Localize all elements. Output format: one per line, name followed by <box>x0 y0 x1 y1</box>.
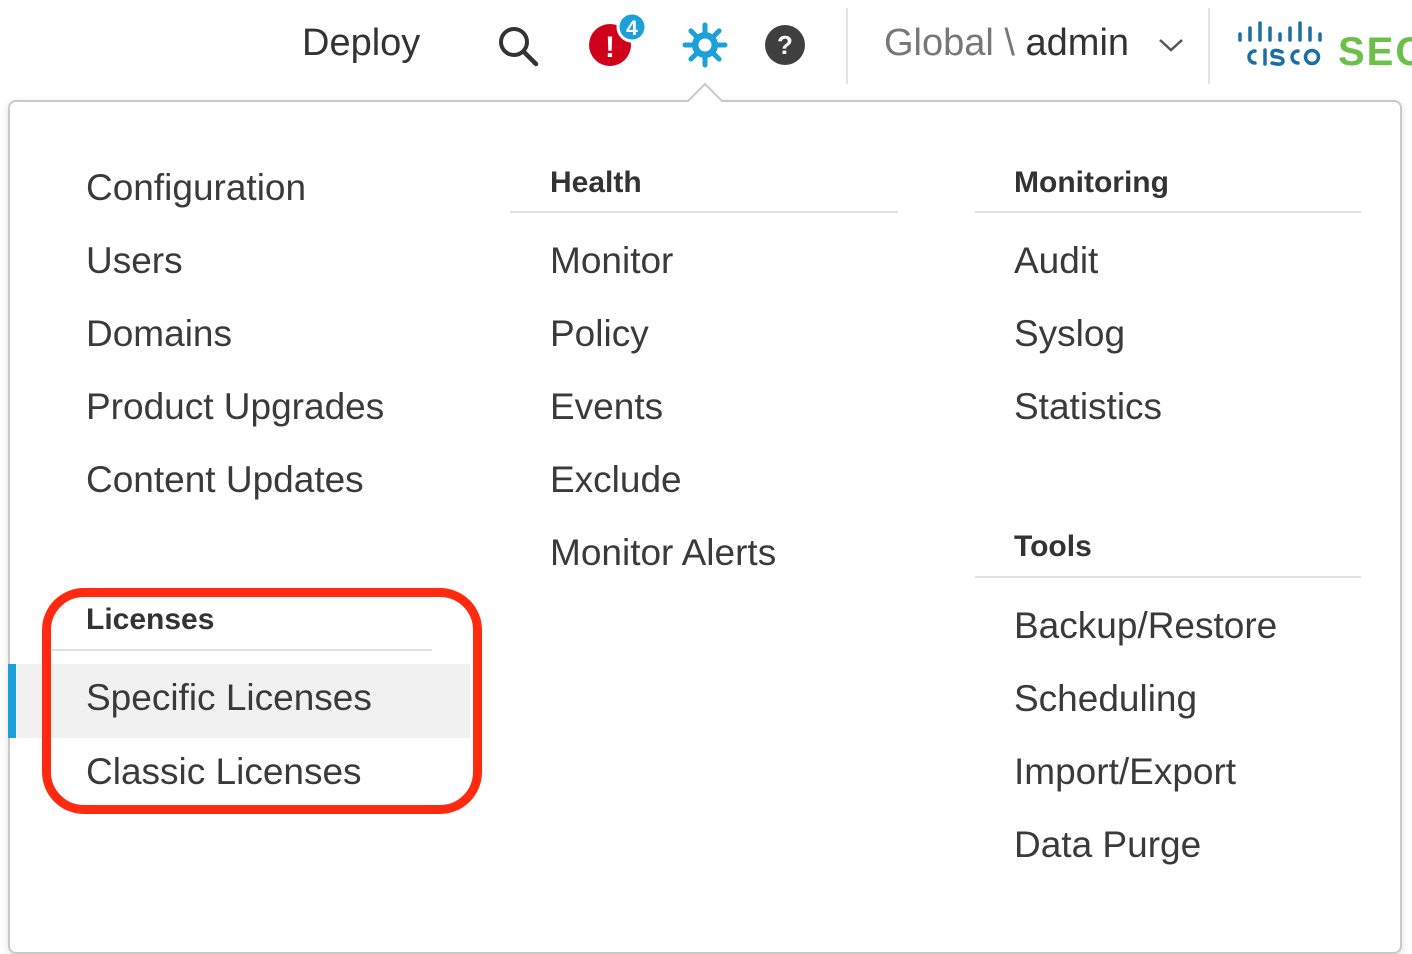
topbar-divider <box>1208 8 1210 84</box>
brand-text: SEC <box>1338 30 1412 74</box>
deploy-button[interactable]: Deploy <box>302 22 420 65</box>
menu-item-content-updates[interactable]: Content Updates <box>86 458 364 502</box>
cisco-logo <box>1238 21 1322 66</box>
topbar-divider <box>846 8 848 84</box>
section-header-health: Health <box>550 166 642 199</box>
section-header-tools: Tools <box>1014 530 1092 563</box>
menu-item-domains[interactable]: Domains <box>86 312 232 356</box>
domain-separator: \ <box>993 22 1026 64</box>
help-icon-symbol: ? <box>777 30 793 60</box>
menu-item-backup-restore[interactable]: Backup/Restore <box>1014 604 1277 648</box>
menu-item-syslog[interactable]: Syslog <box>1014 312 1125 356</box>
menu-item-data-purge[interactable]: Data Purge <box>1014 823 1201 867</box>
menu-item-import-export[interactable]: Import/Export <box>1014 750 1236 794</box>
help-icon[interactable]: ? <box>764 24 806 66</box>
domain-user-selector[interactable]: Global \ admin <box>884 22 1184 65</box>
active-item-indicator <box>8 664 16 738</box>
menu-item-users[interactable]: Users <box>86 239 183 283</box>
menu-item-audit[interactable]: Audit <box>1014 239 1098 283</box>
menu-item-statistics[interactable]: Statistics <box>1014 385 1162 429</box>
alert-count-badge: 4 <box>626 17 638 40</box>
search-icon[interactable] <box>496 24 540 68</box>
dropdown-caret <box>688 82 722 102</box>
menu-item-configuration[interactable]: Configuration <box>86 166 306 210</box>
menu-item-exclude[interactable]: Exclude <box>550 458 682 502</box>
user-name: admin <box>1025 22 1130 64</box>
menu-item-scheduling[interactable]: Scheduling <box>1014 677 1197 721</box>
gear-icon[interactable] <box>682 22 728 68</box>
section-divider <box>510 211 898 213</box>
domain-name: Global <box>884 22 994 64</box>
menu-item-policy[interactable]: Policy <box>550 312 649 356</box>
menu-item-monitor-alerts[interactable]: Monitor Alerts <box>550 531 776 575</box>
menu-item-monitor[interactable]: Monitor <box>550 239 673 283</box>
annotation-highlight-box <box>42 588 482 814</box>
section-divider <box>975 211 1361 213</box>
section-header-monitoring: Monitoring <box>1014 166 1169 199</box>
menu-item-product-upgrades[interactable]: Product Upgrades <box>86 385 384 429</box>
section-divider <box>975 576 1361 578</box>
menu-item-events[interactable]: Events <box>550 385 663 429</box>
alert-icon[interactable]: ! 4 <box>588 12 652 68</box>
chevron-down-icon <box>1158 39 1183 52</box>
alert-icon-symbol: ! <box>605 31 615 64</box>
